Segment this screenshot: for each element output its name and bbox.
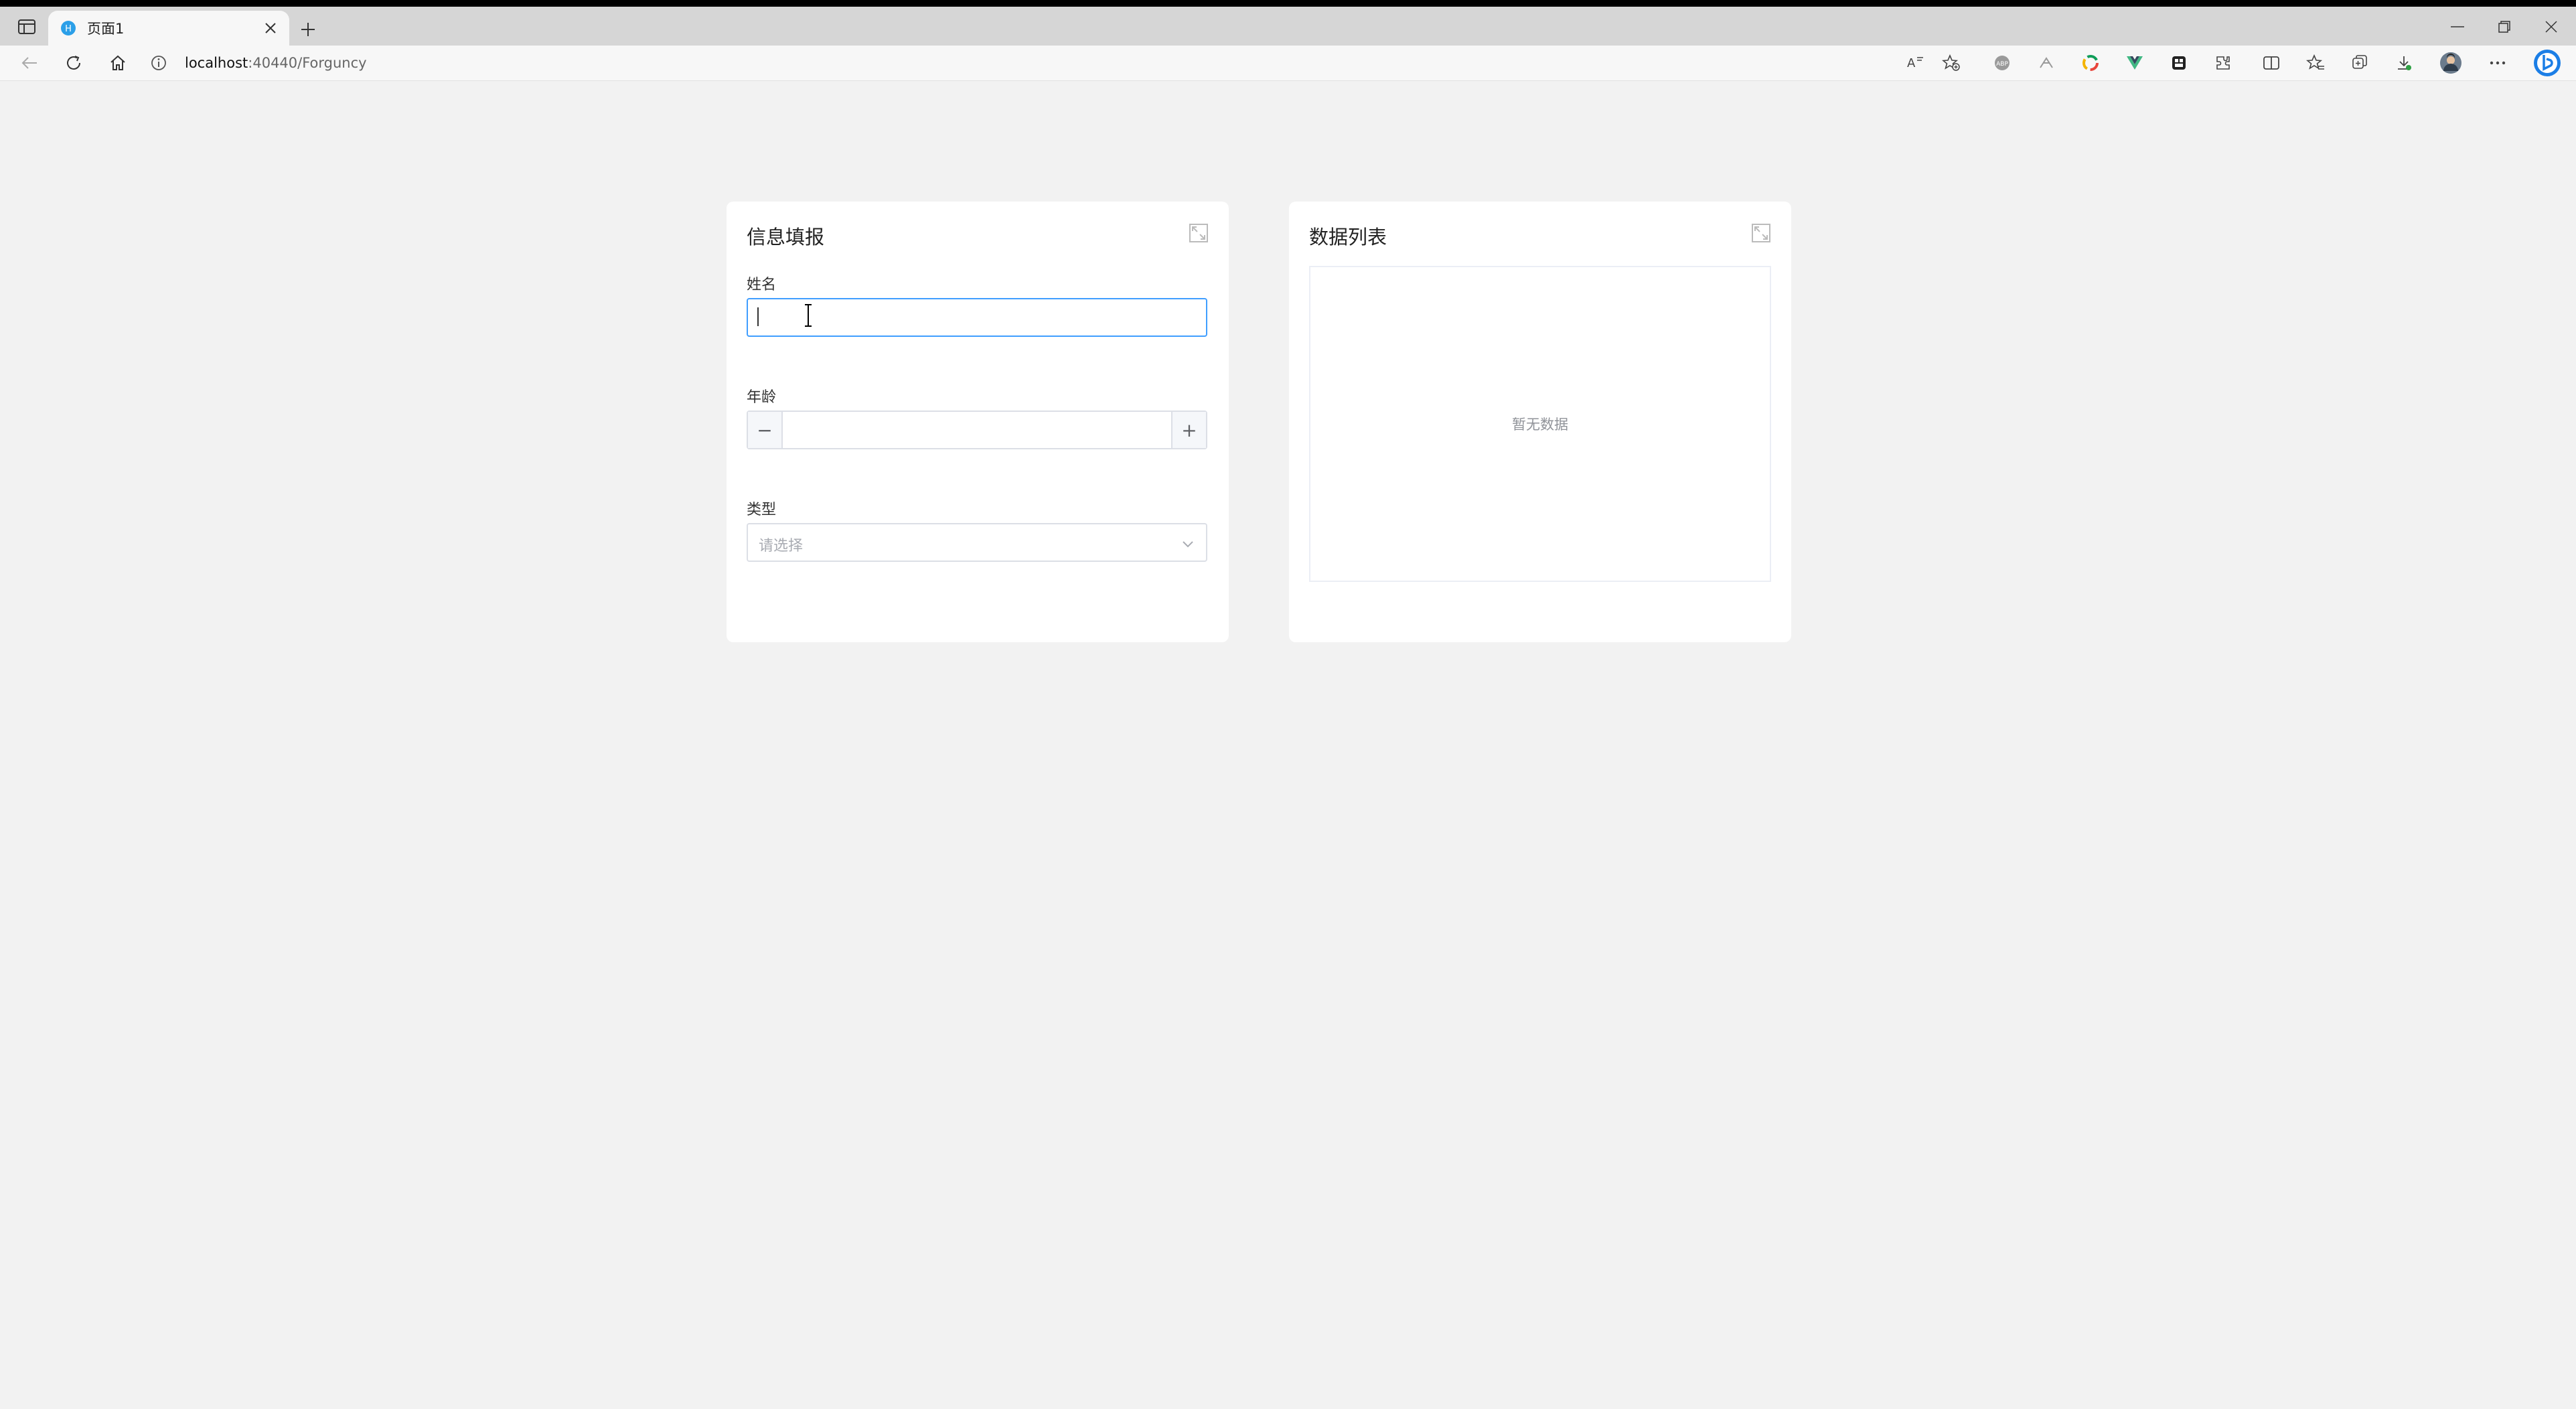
address-toolbar: localhost:40440/Forguncy A ABP (0, 46, 2576, 81)
age-label: 年龄 (747, 389, 777, 406)
bing-icon[interactable] (2531, 47, 2563, 79)
tab-page1[interactable]: H 页面1 (48, 11, 289, 46)
favorite-add-icon[interactable] (1938, 50, 1965, 76)
url-text[interactable]: localhost:40440/Forguncy (185, 55, 367, 71)
extension-icon[interactable] (2077, 50, 2104, 76)
favorites-icon[interactable] (2302, 50, 2329, 76)
close-icon[interactable] (2531, 13, 2571, 40)
extension-icon[interactable] (2166, 50, 2192, 76)
download-icon[interactable] (2391, 50, 2417, 76)
split-screen-icon[interactable] (2258, 50, 2285, 76)
svg-text:ABP: ABP (1996, 61, 2008, 68)
more-icon[interactable] (2484, 50, 2511, 76)
name-label: 姓名 (747, 277, 777, 293)
plus-icon[interactable] (295, 16, 321, 43)
svg-text:H: H (65, 24, 72, 34)
expand-icon[interactable] (1189, 223, 1209, 243)
url-host: localhost (185, 55, 248, 71)
avatar[interactable] (2437, 50, 2464, 76)
data-list-title: 数据列表 (1309, 226, 1387, 248)
read-aloud-icon[interactable]: A (1902, 50, 1928, 76)
type-select[interactable]: 请选择 (747, 523, 1207, 562)
extension-icon[interactable] (2121, 50, 2148, 76)
form-card: 信息填报 姓名 年龄 − + 类型 请选择 (727, 202, 1229, 642)
home-icon[interactable] (104, 50, 131, 76)
expand-icon[interactable] (1751, 223, 1771, 243)
close-icon[interactable] (257, 15, 284, 42)
age-stepper: − + (747, 411, 1207, 449)
extension-icon[interactable] (2033, 50, 2060, 76)
extension-icon[interactable]: ABP (1989, 50, 2016, 76)
reload-icon[interactable] (60, 50, 87, 76)
type-placeholder: 请选择 (759, 538, 804, 554)
browser-window: H 页面1 localhost:40440/Forguncy A ABP 信息填… (0, 0, 2576, 1409)
window-menu-icon[interactable] (15, 15, 39, 39)
form-card-title: 信息填报 (747, 226, 825, 248)
chevron-down-icon (1183, 541, 1193, 548)
minimize-icon[interactable] (2437, 13, 2478, 40)
screen-top-edge (0, 0, 2576, 7)
type-label: 类型 (747, 502, 777, 518)
name-input[interactable] (747, 298, 1207, 337)
tab-strip: H 页面1 (0, 7, 2576, 46)
collections-icon[interactable] (2346, 50, 2373, 76)
svg-text:A: A (1907, 56, 1916, 70)
url-path: :40440/Forguncy (248, 55, 367, 71)
address-bar[interactable]: localhost:40440/Forguncy (149, 50, 1903, 76)
favicon-icon: H (60, 20, 76, 36)
increase-button[interactable]: + (1171, 412, 1206, 448)
info-icon[interactable] (149, 53, 169, 73)
decrease-button[interactable]: − (748, 412, 783, 448)
restore-icon[interactable] (2484, 13, 2524, 40)
back-icon[interactable] (16, 50, 43, 76)
data-table: 暂无数据 (1309, 266, 1771, 582)
age-input[interactable] (783, 412, 1171, 448)
empty-text: 暂无数据 (1512, 417, 1568, 433)
page-content: 信息填报 姓名 年龄 − + 类型 请选择 数据列表 暂无数据 (3, 81, 2576, 1409)
extension-icon[interactable] (2210, 50, 2237, 76)
data-list-card: 数据列表 暂无数据 (1289, 202, 1791, 642)
tab-title: 页面1 (87, 21, 125, 37)
